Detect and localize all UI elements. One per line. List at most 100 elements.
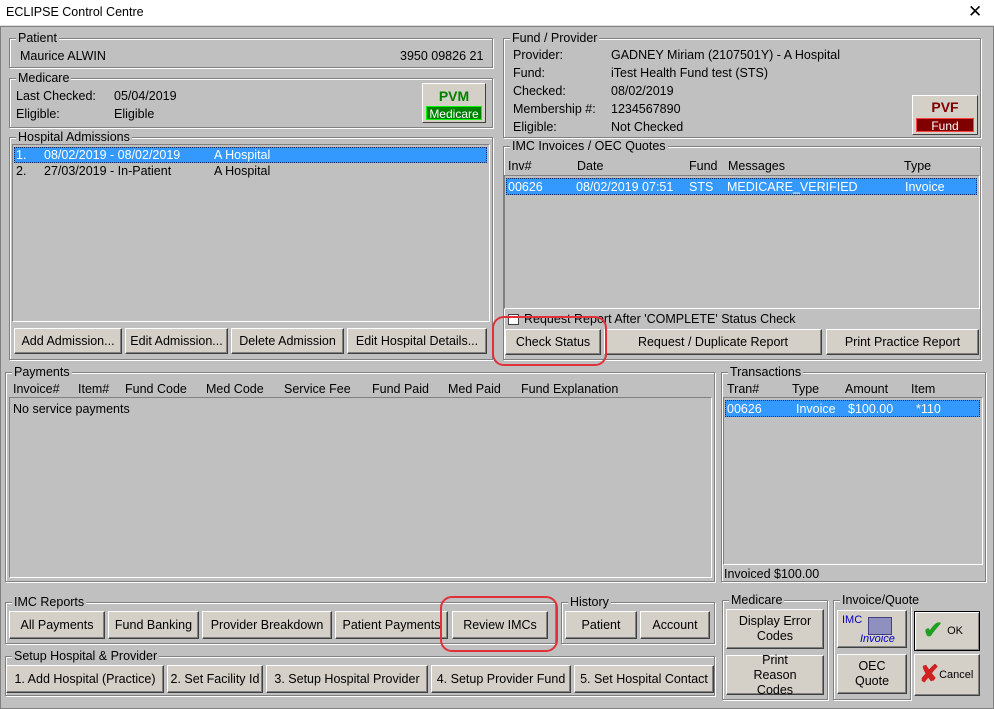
admission-1-dates: 08/02/2019 - 08/02/2019 — [44, 148, 181, 162]
imc-invoice-label-imc: IMC — [842, 614, 863, 626]
delete-admission-button[interactable]: Delete Admission — [231, 328, 344, 354]
invoiced-total: Invoiced $100.00 — [724, 567, 820, 581]
payments-list[interactable]: No service payments — [9, 397, 712, 578]
fund-legend: Fund / Provider — [510, 31, 600, 45]
imc-invoice-list[interactable]: 00626 08/02/2019 07:51 STS MEDICARE_VERI… — [504, 175, 980, 309]
patient-group: Patient Maurice ALWIN 3950 09826 21 — [9, 31, 493, 68]
provider-value: GADNEY Miriam (2107501Y) - A Hospital — [611, 48, 841, 62]
history-group: History Patient Account — [561, 595, 715, 644]
checked-label: Checked: — [513, 84, 566, 98]
window-title: ECLIPSE Control Centre — [6, 5, 144, 19]
imc-row-1-date: 08/02/2019 07:51 — [576, 180, 674, 194]
medicare-codes-group: Medicare Display Error Codes Print Reaso… — [722, 593, 828, 700]
add-hospital-button[interactable]: 1. Add Hospital (Practice) — [6, 665, 164, 693]
pvm-medicare-button[interactable]: PVM Medicare — [422, 83, 486, 123]
set-hospital-contact-button[interactable]: 5. Set Hospital Contact — [574, 665, 714, 693]
provider-label: Provider: — [513, 48, 564, 62]
transactions-legend: Transactions — [728, 365, 804, 379]
cancel-button[interactable]: ✘ Cancel — [914, 654, 980, 696]
print-practice-report-button[interactable]: Print Practice Report — [826, 329, 979, 355]
imc-header-date: Date — [577, 159, 604, 173]
payments-group: Payments Invoice# Item# Fund Code Med Co… — [5, 365, 715, 582]
invoice-quote-legend: Invoice/Quote — [840, 593, 922, 607]
medicare-group: Medicare Last Checked: 05/04/2019 Eligib… — [9, 71, 493, 128]
fund-provider-group: Fund / Provider Provider: GADNEY Miriam … — [503, 31, 981, 138]
ok-button[interactable]: ✔ OK — [914, 611, 980, 651]
imc-row-1-message: MEDICARE_VERIFIED — [727, 180, 858, 194]
eligible-value: Eligible — [114, 107, 155, 121]
cancel-label: Cancel — [939, 668, 974, 681]
history-account-button[interactable]: Account — [640, 611, 710, 639]
all-payments-button[interactable]: All Payments — [9, 611, 105, 639]
payments-header-service-fee: Service Fee — [284, 382, 351, 396]
imc-header-type: Type — [904, 159, 932, 173]
add-admission-button[interactable]: Add Admission... — [14, 328, 122, 354]
patient-legend: Patient — [16, 31, 59, 45]
title-bar: ECLIPSE Control Centre ✕ — [0, 0, 994, 26]
payments-header-fund-code: Fund Code — [125, 382, 187, 396]
request-duplicate-report-button[interactable]: Request / Duplicate Report — [604, 329, 822, 355]
transaction-1-item: *110 — [916, 402, 941, 416]
medicare-legend: Medicare — [16, 71, 72, 85]
history-legend: History — [568, 595, 611, 609]
admission-1-num: 1. — [16, 148, 27, 162]
history-patient-button[interactable]: Patient — [565, 611, 637, 639]
pvf-label: PVF — [931, 99, 959, 115]
payments-header-med-paid: Med Paid — [448, 382, 501, 396]
admission-2-dates: 27/03/2019 - In-Patient — [44, 164, 172, 178]
imc-legend: IMC Invoices / OEC Quotes — [510, 139, 668, 153]
patient-number: 3950 09826 21 — [400, 49, 484, 63]
transactions-header-type: Type — [792, 382, 820, 396]
imc-invoice-button[interactable]: IMC Invoice — [837, 610, 907, 648]
edit-admission-button[interactable]: Edit Admission... — [125, 328, 228, 354]
payments-empty-text: No service payments — [13, 402, 130, 416]
setup-group: Setup Hospital & Provider 1. Add Hospita… — [5, 649, 715, 696]
print-reason-codes-button[interactable]: Print Reason Codes — [726, 653, 824, 697]
admissions-list[interactable]: 1. 08/02/2019 - 08/02/2019 A Hospital 2.… — [12, 144, 490, 322]
check-icon: ✔ — [923, 617, 944, 644]
provider-breakdown-button[interactable]: Provider Breakdown — [202, 611, 332, 639]
payments-header-med-code: Med Code — [206, 382, 264, 396]
transactions-group: Transactions Tran# Type Amount Item 0062… — [721, 365, 986, 582]
invoice-quote-group: Invoice/Quote IMC Invoice OEC Quote — [833, 593, 922, 700]
ok-label: OK — [947, 624, 964, 637]
imc-invoice-label-invoice: Invoice — [860, 633, 895, 645]
cancel-x-icon: ✘ — [919, 661, 940, 688]
last-checked-label: Last Checked: — [16, 89, 96, 103]
pvf-fund-button[interactable]: PVF Fund — [912, 95, 978, 135]
oec-quote-button[interactable]: OEC Quote — [837, 654, 907, 694]
pvm-label: PVM — [438, 88, 470, 104]
membership-label: Membership #: — [513, 102, 596, 116]
imc-row-1-type: Invoice — [905, 180, 945, 194]
payments-header-item: Item# — [78, 382, 110, 396]
medicare-label: Medicare — [426, 106, 482, 121]
fund-badge-label: Fund — [916, 118, 974, 133]
display-error-codes-button[interactable]: Display Error Codes — [726, 609, 824, 649]
transactions-list[interactable]: 00626 Invoice $100.00 *110 — [723, 397, 983, 565]
last-checked-value: 05/04/2019 — [114, 89, 177, 103]
patient-payments-button[interactable]: Patient Payments — [335, 611, 448, 639]
patient-name: Maurice ALWIN — [20, 49, 106, 63]
setup-provider-fund-button[interactable]: 4. Setup Provider Fund — [431, 665, 571, 693]
imc-header-fund: Fund — [689, 159, 718, 173]
payments-header-invoice: Invoice# — [13, 382, 60, 396]
hospital-legend: Hospital Admissions — [16, 130, 132, 144]
hospital-admissions-group: Hospital Admissions 1. 08/02/2019 - 08/0… — [9, 130, 493, 360]
fund-banking-button[interactable]: Fund Banking — [108, 611, 199, 639]
edit-hospital-details-button[interactable]: Edit Hospital Details... — [347, 328, 487, 354]
transaction-1-tran: 00626 — [727, 402, 762, 416]
set-facility-id-button[interactable]: 2. Set Facility Id — [167, 665, 263, 693]
payments-header-fund-paid: Fund Paid — [372, 382, 429, 396]
medicare-codes-legend: Medicare — [729, 593, 785, 607]
payments-header-fund-explanation: Fund Explanation — [521, 382, 619, 396]
membership-value: 1234567890 — [611, 102, 681, 116]
close-icon[interactable]: ✕ — [968, 2, 982, 22]
setup-hospital-provider-button[interactable]: 3. Setup Hospital Provider — [266, 665, 428, 693]
transactions-header-tran: Tran# — [727, 382, 760, 396]
fund-label: Fund: — [513, 66, 545, 80]
review-imcs-annotation — [440, 596, 558, 652]
admission-2-num: 2. — [16, 164, 27, 178]
imc-reports-legend: IMC Reports — [12, 595, 87, 609]
transactions-header-amount: Amount — [845, 382, 889, 396]
imc-header-inv: Inv# — [508, 159, 532, 173]
